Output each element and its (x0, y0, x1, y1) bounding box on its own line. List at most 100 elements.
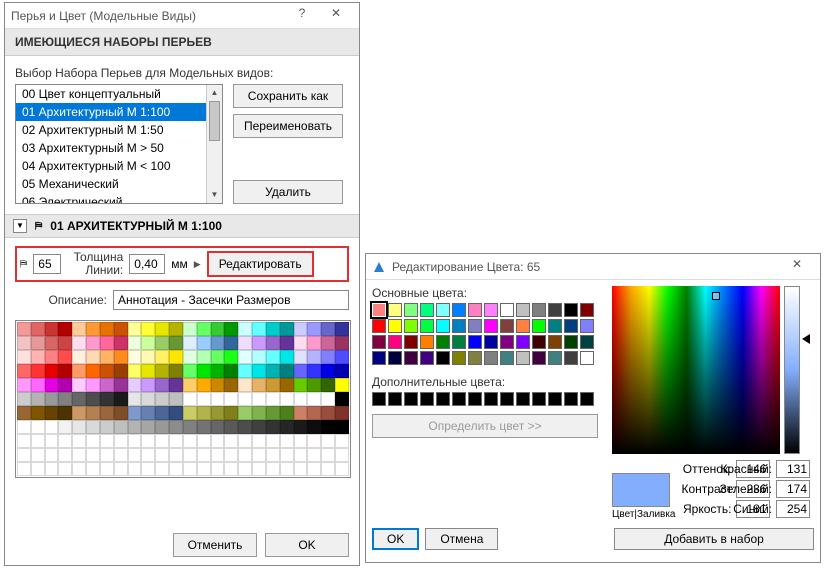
color-swatch[interactable] (238, 420, 252, 434)
color-swatch[interactable] (252, 448, 266, 462)
color-swatch[interactable] (100, 350, 114, 364)
color-swatch[interactable] (211, 392, 225, 406)
color-swatch[interactable] (321, 364, 335, 378)
color-swatch[interactable] (17, 462, 31, 476)
color-swatch[interactable] (114, 462, 128, 476)
green-input[interactable] (776, 480, 810, 498)
basic-color-swatch[interactable] (580, 319, 594, 333)
basic-color-swatch[interactable] (516, 335, 530, 349)
scrollbar[interactable]: ▲▼ (206, 85, 222, 203)
list-item[interactable]: 05 Механический (16, 175, 222, 193)
color-swatch[interactable] (100, 378, 114, 392)
pen-number-input[interactable] (33, 254, 61, 274)
color-swatch[interactable] (238, 364, 252, 378)
color-swatch[interactable] (17, 392, 31, 406)
color-swatch[interactable] (86, 350, 100, 364)
color-swatch[interactable] (141, 434, 155, 448)
color-swatch[interactable] (141, 462, 155, 476)
basic-color-swatch[interactable] (500, 351, 514, 365)
color-swatch[interactable] (321, 322, 335, 336)
color-swatch[interactable] (45, 378, 59, 392)
basic-color-swatch[interactable] (484, 303, 498, 317)
basic-color-swatch[interactable] (516, 319, 530, 333)
color-spectrum[interactable] (612, 286, 780, 454)
color-swatch[interactable] (31, 350, 45, 364)
color-swatch[interactable] (128, 378, 142, 392)
color-swatch[interactable] (72, 434, 86, 448)
color-swatch[interactable] (183, 350, 197, 364)
color-swatch[interactable] (211, 378, 225, 392)
color-swatch[interactable] (169, 364, 183, 378)
color-swatch[interactable] (17, 364, 31, 378)
color-swatch[interactable] (335, 364, 349, 378)
color-swatch[interactable] (183, 462, 197, 476)
color-swatch[interactable] (294, 378, 308, 392)
color-swatch[interactable] (17, 350, 31, 364)
color-swatch[interactable] (307, 392, 321, 406)
color-swatch[interactable] (86, 392, 100, 406)
custom-color-swatch[interactable] (420, 392, 434, 406)
basic-color-swatch[interactable] (468, 303, 482, 317)
color-swatch[interactable] (238, 336, 252, 350)
color-swatch[interactable] (114, 322, 128, 336)
basic-color-swatch[interactable] (372, 335, 386, 349)
luminosity-slider[interactable] (784, 286, 800, 454)
color-swatch[interactable] (17, 448, 31, 462)
color-swatch[interactable] (86, 420, 100, 434)
color-swatch[interactable] (31, 364, 45, 378)
color-swatch[interactable] (141, 406, 155, 420)
color-swatch[interactable] (128, 434, 142, 448)
basic-color-swatch[interactable] (548, 303, 562, 317)
basic-color-swatch[interactable] (580, 335, 594, 349)
basic-color-swatch[interactable] (580, 351, 594, 365)
color-swatch[interactable] (100, 392, 114, 406)
color-swatch[interactable] (183, 434, 197, 448)
color-swatch[interactable] (58, 322, 72, 336)
color-swatch[interactable] (114, 448, 128, 462)
color-swatch[interactable] (307, 406, 321, 420)
color-swatch[interactable] (45, 322, 59, 336)
color-swatch[interactable] (294, 322, 308, 336)
color-swatch[interactable] (72, 448, 86, 462)
color-swatch[interactable] (169, 434, 183, 448)
edit-button[interactable]: Редактировать (207, 251, 314, 277)
color-swatch[interactable] (321, 462, 335, 476)
color-swatch[interactable] (335, 406, 349, 420)
color-swatch[interactable] (294, 406, 308, 420)
color-swatch[interactable] (307, 364, 321, 378)
color-swatch[interactable] (155, 434, 169, 448)
basic-color-swatch[interactable] (500, 303, 514, 317)
color-swatch[interactable] (169, 448, 183, 462)
color-swatch[interactable] (224, 392, 238, 406)
color-swatch[interactable] (86, 364, 100, 378)
color-swatch[interactable] (238, 378, 252, 392)
color-swatch[interactable] (31, 434, 45, 448)
color-swatch[interactable] (86, 462, 100, 476)
color-swatch[interactable] (266, 350, 280, 364)
custom-color-swatch[interactable] (532, 392, 546, 406)
color-swatch[interactable] (197, 392, 211, 406)
color-swatch[interactable] (31, 420, 45, 434)
color-swatch[interactable] (114, 364, 128, 378)
color-swatch[interactable] (155, 336, 169, 350)
basic-color-swatch[interactable] (404, 351, 418, 365)
color-swatch[interactable] (72, 406, 86, 420)
basic-color-swatch[interactable] (452, 303, 466, 317)
basic-color-swatch[interactable] (420, 319, 434, 333)
color-swatch[interactable] (141, 392, 155, 406)
color-swatch[interactable] (58, 462, 72, 476)
basic-color-swatch[interactable] (436, 303, 450, 317)
custom-color-swatch[interactable] (388, 392, 402, 406)
color-swatch[interactable] (211, 364, 225, 378)
color-swatch[interactable] (197, 420, 211, 434)
color-swatch[interactable] (169, 322, 183, 336)
color-swatch[interactable] (307, 378, 321, 392)
basic-color-swatch[interactable] (468, 319, 482, 333)
color-swatch[interactable] (45, 392, 59, 406)
penset-list[interactable]: 00 Цвет концептуальный01 Архитектурный М… (15, 84, 223, 204)
color-swatch[interactable] (31, 406, 45, 420)
basic-color-swatch[interactable] (468, 351, 482, 365)
pen-palette[interactable] (15, 320, 351, 478)
color-swatch[interactable] (307, 448, 321, 462)
color-swatch[interactable] (114, 434, 128, 448)
